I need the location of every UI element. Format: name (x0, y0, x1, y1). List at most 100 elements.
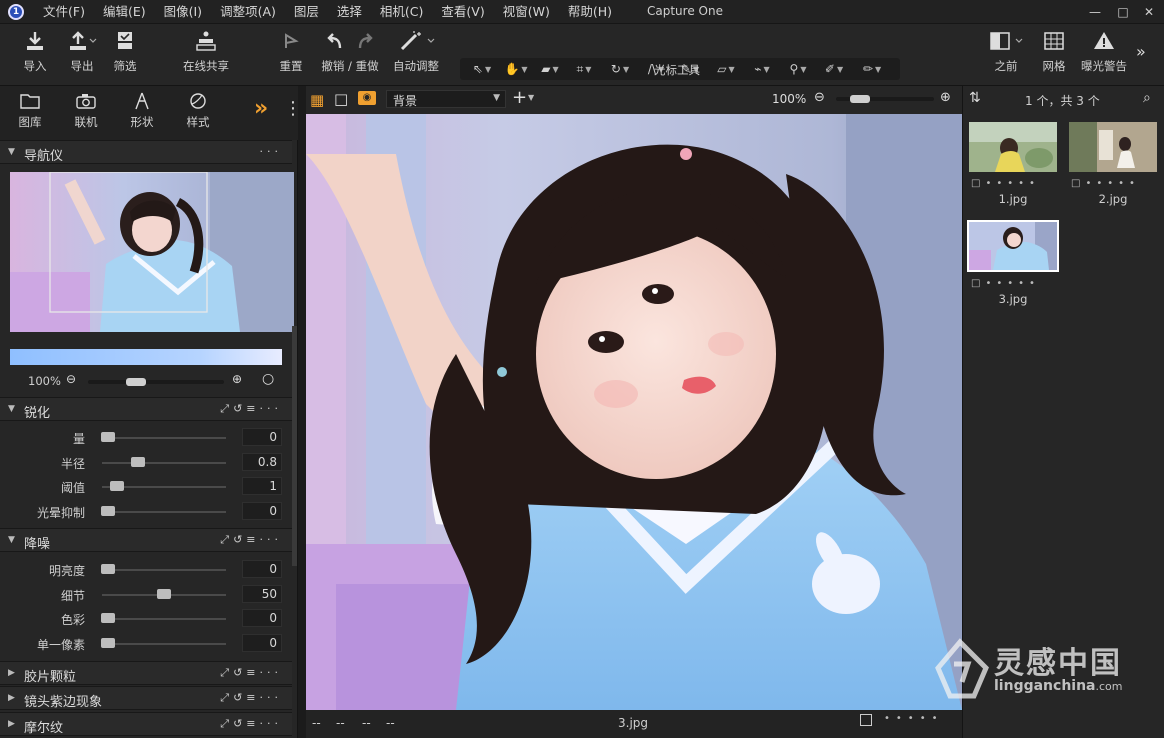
export-button[interactable]: 导出 (60, 30, 104, 74)
sharpening-slider[interactable] (102, 510, 226, 513)
noise-value-field[interactable]: 0 (242, 609, 282, 627)
section-tools[interactable]: ⤢↺≡··· (220, 402, 282, 416)
thumbnail-3-rating[interactable]: □••••• (971, 278, 1040, 289)
undo-redo-button[interactable]: 撤销 / 重做 (318, 30, 382, 74)
noise-value-field[interactable]: 0 (242, 633, 282, 652)
sharpening-slider-knob[interactable] (130, 456, 145, 467)
tool-panel-scrollbar[interactable] (292, 326, 297, 566)
section-tools[interactable]: ⤢↺≡··· (220, 533, 282, 547)
reset-button[interactable]: 重置 (274, 30, 308, 74)
annotate-cursor-tool[interactable]: ✐ ▼ (816, 60, 852, 78)
noise-value-field[interactable]: 0 (242, 560, 282, 578)
sharpening-value-field[interactable]: 0.8 (242, 452, 282, 471)
section-tools[interactable]: ⤢↺≡··· (220, 666, 282, 680)
picker-cursor-tool[interactable]: ⚲ ▼ (780, 60, 816, 78)
thumbnail-1-rating[interactable]: □••••• (971, 178, 1040, 189)
thumbnail-2[interactable] (1069, 122, 1157, 172)
rotate-cursor-tool[interactable]: ↻ ▼ (602, 60, 638, 78)
noise-header[interactable]: ▼ 降噪 ⤢↺≡··· (0, 528, 292, 552)
sharpening-header[interactable]: ▼ 锐化 ⤢↺≡··· (0, 397, 292, 421)
sharpening-slider[interactable] (102, 437, 226, 439)
minimize-button[interactable]: — (1084, 3, 1106, 21)
tab-library[interactable]: 图库 (5, 92, 55, 130)
sharpening-slider-knob[interactable] (101, 432, 116, 442)
annotation-cursor-tool[interactable]: ✏ ▼ (854, 60, 890, 78)
pan-cursor-tool[interactable]: ✋ ▼ (498, 60, 534, 78)
tab-style[interactable]: 样式 (173, 92, 223, 130)
zoom-out-icon[interactable]: ⊖ (66, 372, 76, 386)
menu-help[interactable]: 帮助(H) (559, 1, 621, 23)
import-button[interactable]: 导入 (18, 30, 52, 74)
purple-fringing-header[interactable]: ▶ 镜头紫边现象 ⤢↺≡··· (0, 686, 292, 710)
menu-image[interactable]: 图像(I) (155, 1, 211, 23)
viewer-zoom-in-icon[interactable]: ⊕ (940, 90, 951, 105)
noise-slider[interactable] (102, 642, 226, 645)
viewer-zoom-knob[interactable] (850, 95, 870, 103)
close-button[interactable]: ✕ (1138, 3, 1160, 21)
menu-window[interactable]: 视窗(W) (494, 1, 559, 23)
add-layer-chevron-icon[interactable]: ▼ (528, 93, 534, 102)
tab-shape[interactable]: 形状 (117, 92, 167, 130)
navigator-menu-icon[interactable]: ··· (260, 145, 283, 158)
section-tools[interactable]: ⤢↺≡··· (220, 691, 282, 705)
tab-tether[interactable]: 联机 (61, 92, 111, 130)
sharpening-slider-knob[interactable] (109, 481, 124, 491)
menu-layers[interactable]: 图层 (285, 1, 328, 23)
noise-slider-knob[interactable] (101, 613, 116, 623)
sharpening-slider-knob[interactable] (101, 505, 116, 516)
sort-icon[interactable]: ⇅ (969, 90, 981, 106)
more-tabs-icon[interactable]: » (254, 96, 268, 121)
thumbnail-2-rating[interactable]: □••••• (1071, 178, 1140, 189)
eraser-cursor-tool[interactable]: ▱ ▼ (708, 60, 744, 78)
layer-cursor-tool[interactable]: ▰ ▼ (532, 60, 568, 78)
navigator-preview[interactable] (10, 172, 294, 332)
menu-select[interactable]: 选择 (328, 1, 371, 23)
menu-edit[interactable]: 编辑(E) (94, 1, 155, 23)
rating-stars[interactable]: ••••• (884, 713, 944, 724)
add-layer-icon[interactable]: + (512, 87, 527, 108)
single-view-icon[interactable]: □ (334, 90, 348, 108)
layer-select[interactable]: 背景 ▼ (386, 90, 506, 108)
noise-slider-knob[interactable] (101, 637, 116, 648)
viewer-zoom-out-icon[interactable]: ⊖ (814, 90, 825, 105)
noise-slider[interactable] (102, 569, 226, 571)
auto-adjust-button[interactable]: 自动调整 (390, 30, 442, 74)
noise-slider-knob[interactable] (101, 564, 116, 574)
sharpening-slider[interactable] (102, 461, 226, 464)
crop-cursor-tool[interactable]: ⌗ ▼ (566, 60, 602, 78)
live-share-button[interactable]: 在线共享 (176, 30, 236, 74)
zoom-slider-knob[interactable] (126, 378, 146, 386)
proof-eye-icon[interactable]: ◉ (358, 91, 376, 105)
before-button[interactable]: 之前 (984, 30, 1028, 74)
maximize-button[interactable]: □ (1112, 3, 1134, 21)
zoom-fit-icon[interactable]: ○ (262, 371, 274, 387)
heal-cursor-tool[interactable]: ⌁ ▼ (744, 60, 780, 78)
menu-camera[interactable]: 相机(C) (371, 1, 432, 23)
menu-view[interactable]: 查看(V) (432, 1, 493, 23)
sharpening-value-field[interactable]: 1 (242, 477, 282, 495)
panel-menu-icon[interactable]: ⋮ (284, 98, 302, 119)
image-viewer[interactable] (306, 114, 962, 710)
browser-search-icon[interactable]: ⌕ (1143, 90, 1151, 106)
filter-button[interactable]: 筛选 (108, 30, 142, 74)
thumbnail-3-selected[interactable] (967, 220, 1059, 272)
thumbnail-1[interactable] (969, 122, 1057, 172)
multi-view-icon[interactable]: ▦ (310, 91, 324, 109)
toolbar-more-icon[interactable]: » (1136, 42, 1146, 61)
viewer-zoom-slider[interactable] (836, 95, 934, 103)
noise-value-field[interactable]: 50 (242, 584, 282, 603)
exposure-warning-button[interactable]: 曝光警告 (1076, 30, 1132, 74)
sharpening-value-field[interactable]: 0 (242, 501, 282, 520)
navigator-zoom-slider[interactable] (88, 378, 224, 386)
navigator-header[interactable]: ▼ 导航仪 ··· (0, 140, 292, 164)
moire-header[interactable]: ▶ 摩尔纹 ⤢↺≡··· (0, 712, 292, 736)
menu-adjustments[interactable]: 调整项(A) (211, 1, 285, 23)
noise-slider[interactable] (102, 618, 226, 620)
sharpening-value-field[interactable]: 0 (242, 428, 282, 446)
noise-slider-knob[interactable] (157, 588, 171, 599)
select-checkbox[interactable] (860, 714, 872, 726)
menu-file[interactable]: 文件(F) (34, 1, 94, 23)
zoom-in-icon[interactable]: ⊕ (232, 372, 242, 386)
film-grain-header[interactable]: ▶ 胶片颗粒 ⤢↺≡··· (0, 661, 292, 685)
section-tools[interactable]: ⤢↺≡··· (220, 717, 282, 731)
